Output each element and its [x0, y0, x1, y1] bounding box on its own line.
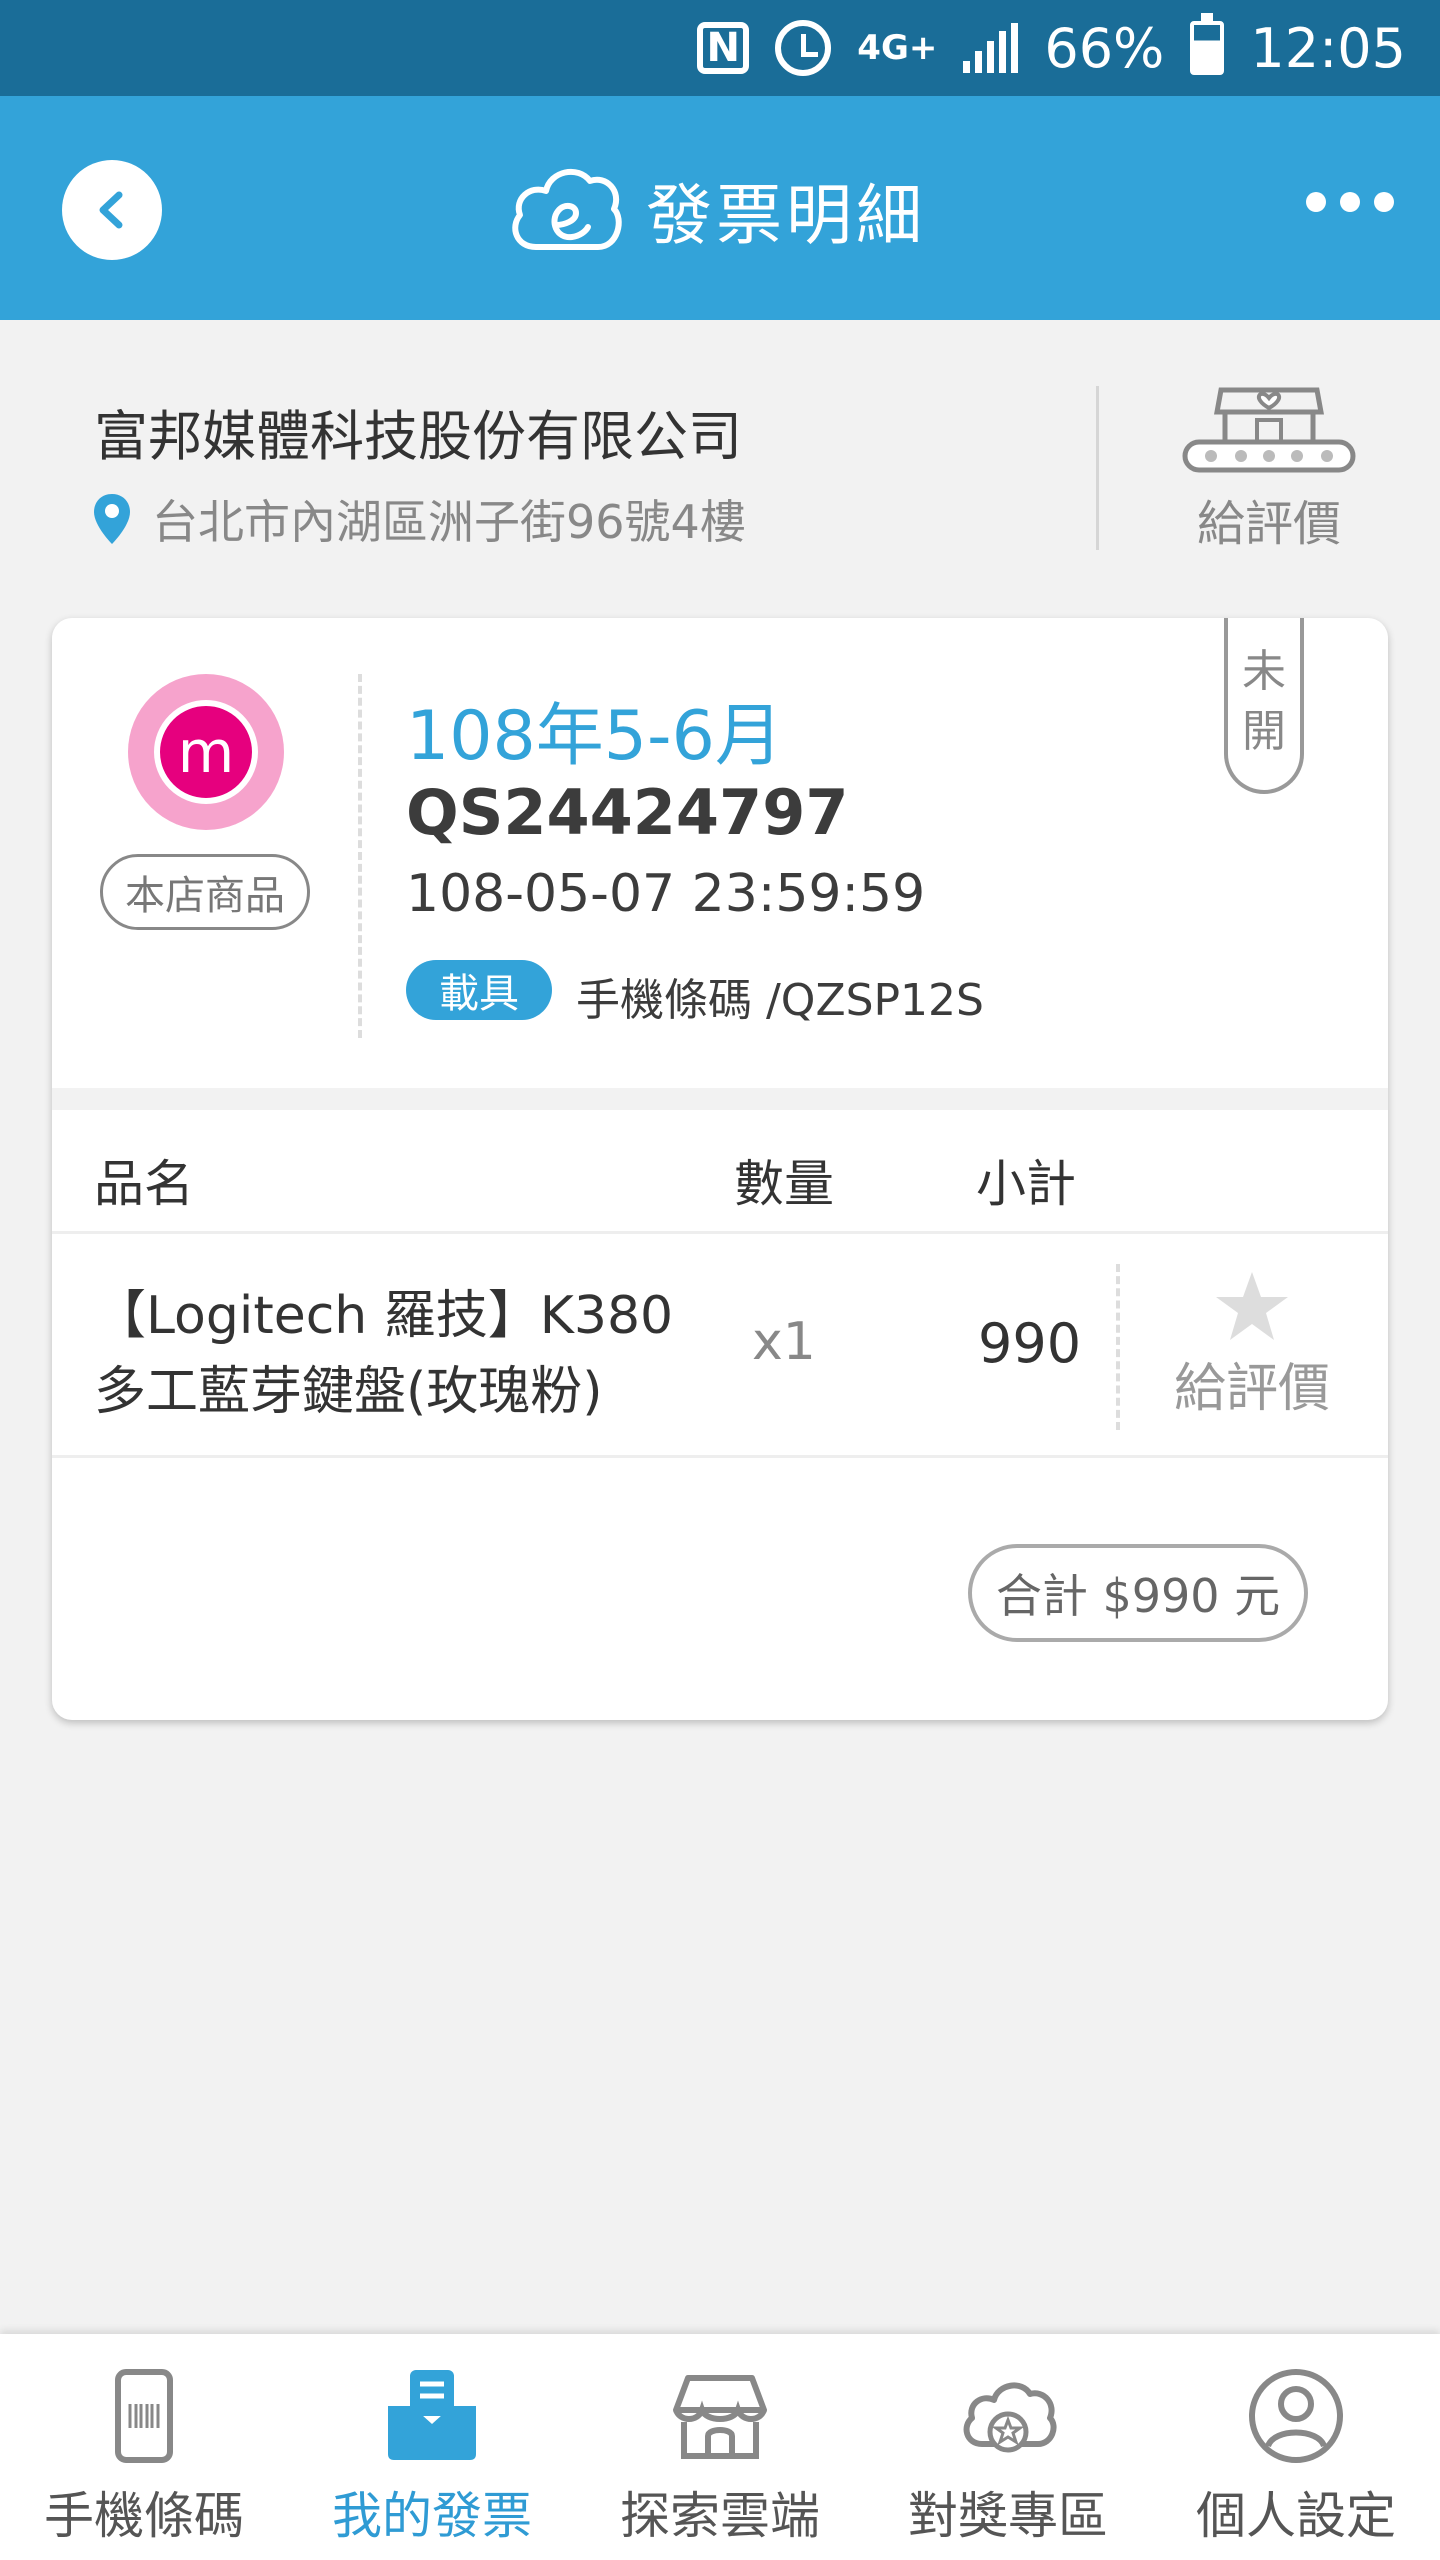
header-subtotal: 小計 — [976, 1155, 1076, 1213]
draw-status-tag: 未 開 — [1224, 618, 1304, 794]
cloud-e-icon — [512, 169, 622, 250]
table-row: 【Logitech 羅技】K380 多工藍芽鍵盤(玫瑰粉) x1 990 給評價 — [52, 1234, 1388, 1458]
invoice-number: QS24424797 — [406, 776, 849, 849]
nav-phone-barcode[interactable]: 手機條碼 — [0, 2334, 288, 2560]
item-name: 【Logitech 羅技】K380 多工藍芽鍵盤(玫瑰粉) — [94, 1278, 734, 1430]
invoice-header: m 本店商品 108年5-6月 QS24424797 108-05-07 23:… — [52, 618, 1388, 1088]
store-rating-icon — [1182, 387, 1356, 473]
invoice-card: m 本店商品 108年5-6月 QS24424797 108-05-07 23:… — [52, 618, 1388, 1720]
bottom-nav: 手機條碼 我的發票 探索雲端 對獎專區 個人設定 — [0, 2334, 1440, 2560]
rate-item-label: 給評價 — [1173, 1359, 1330, 1419]
battery-icon — [1190, 13, 1225, 75]
merchant-address: 台北市內湖區洲子街96號4樓 — [152, 495, 746, 549]
draw-status-line1: 未 — [1242, 646, 1286, 697]
header-quantity: 數量 — [734, 1155, 834, 1213]
nav-settings[interactable]: 個人設定 — [1152, 2334, 1440, 2560]
header-item-name: 品名 — [94, 1155, 194, 1213]
more-options-button[interactable] — [1306, 192, 1394, 212]
nav-label-settings: 個人設定 — [1196, 2487, 1396, 2545]
store-logo: m — [128, 674, 284, 830]
carrier-badge: 載具 — [406, 960, 552, 1020]
nav-explore-cloud[interactable]: 探索雲端 — [576, 2334, 864, 2560]
chevron-left-icon — [99, 191, 123, 229]
invoice-datetime: 108-05-07 23:59:59 — [406, 864, 926, 924]
section-separator — [52, 1088, 1388, 1110]
nav-label-explore-cloud: 探索雲端 — [620, 2487, 820, 2545]
nav-label-lottery: 對獎專區 — [908, 2487, 1108, 2545]
divider — [1096, 386, 1099, 550]
signal-icon — [963, 23, 1019, 73]
phone-barcode-icon — [115, 2369, 173, 2463]
dashed-divider — [358, 674, 362, 1038]
cloud-star-icon — [963, 2382, 1057, 2453]
store-logo-letter: m — [154, 700, 258, 804]
nav-my-invoices[interactable]: 我的發票 — [288, 2334, 576, 2560]
nav-lottery[interactable]: 對獎專區 — [864, 2334, 1152, 2560]
nav-label-my-invoices: 我的發票 — [332, 2487, 532, 2545]
rate-store-label: 給評價 — [1196, 496, 1341, 552]
item-subtotal: 990 — [978, 1312, 1082, 1375]
store-products-tag[interactable]: 本店商品 — [100, 854, 310, 930]
battery-percent: 66% — [1044, 16, 1165, 80]
draw-status-line2: 開 — [1242, 706, 1286, 757]
items-table-header: 品名 數量 小計 — [52, 1110, 1388, 1234]
store-icon — [673, 2375, 767, 2459]
merchant-name: 富邦媒體科技股份有限公司 — [94, 405, 742, 468]
carrier-text: 手機條碼 /QZSP12S — [576, 975, 984, 1026]
more-dots-icon — [1306, 192, 1326, 212]
total-amount: 合計 $990 元 — [968, 1544, 1308, 1642]
app-bar: 發票明細 — [0, 96, 1440, 320]
nfc-icon: N — [697, 22, 750, 74]
star-icon — [1216, 1272, 1288, 1340]
nav-label-phone-barcode: 手機條碼 — [44, 2487, 244, 2545]
user-icon — [1249, 2369, 1343, 2463]
item-name-line2: 多工藍芽鍵盤(玫瑰粉) — [94, 1362, 603, 1422]
invoice-tray-icon — [388, 2370, 476, 2460]
invoice-period: 108年5-6月 — [406, 697, 783, 776]
location-pin-icon — [94, 494, 130, 544]
clock: 12:05 — [1250, 16, 1406, 80]
dashed-divider — [1116, 1264, 1120, 1430]
rate-item-button[interactable]: 給評價 — [1152, 1270, 1352, 1421]
page-title: 發票明細 — [646, 177, 926, 254]
item-name-line1: 【Logitech 羅技】K380 — [94, 1286, 674, 1346]
item-quantity: x1 — [752, 1312, 816, 1372]
rate-store-button[interactable]: 給評價 — [1164, 374, 1374, 574]
status-bar: N 4G+ 66% 12:05 — [0, 0, 1440, 96]
merchant-section: 富邦媒體科技股份有限公司 台北市內湖區洲子街96號4樓 給評價 — [0, 320, 1440, 600]
alarm-icon — [775, 20, 832, 76]
network-type: 4G+ — [857, 28, 938, 68]
back-button[interactable] — [62, 160, 162, 260]
